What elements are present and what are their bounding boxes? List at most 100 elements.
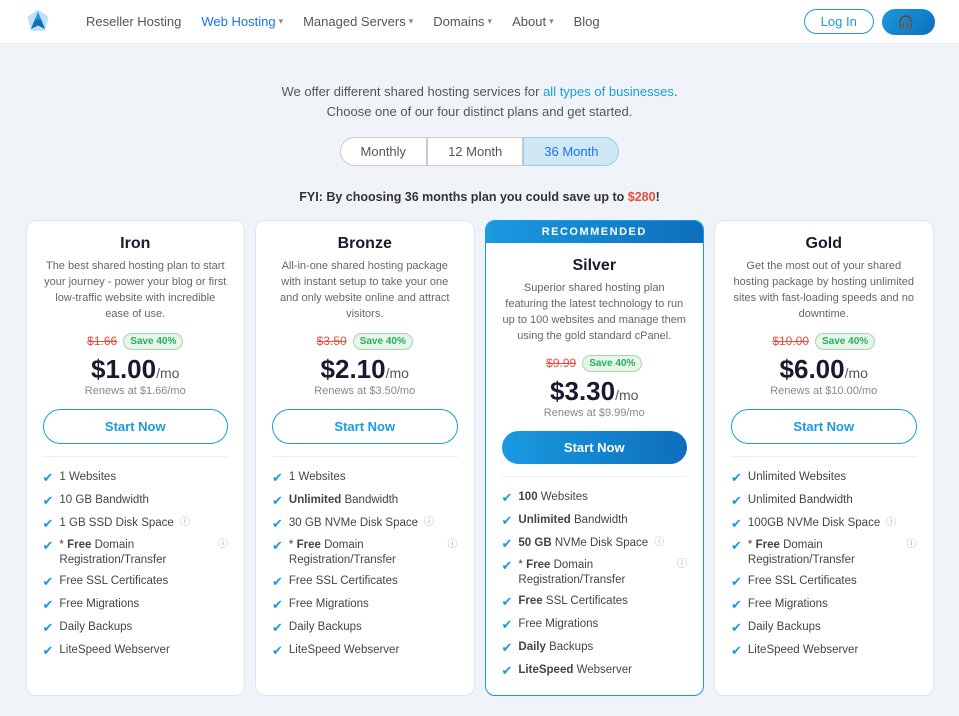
check-icon: ✔	[43, 516, 54, 533]
nav-domains[interactable]: Domains ▾	[425, 10, 500, 33]
feature-item: ✔ Free SSL Certificates	[272, 571, 458, 594]
feature-item: ✔ 30 GB NVMe Disk Space ⓘ	[272, 513, 458, 536]
plan-renews-iron: Renews at $1.66/mo	[43, 385, 229, 397]
check-icon: ✔	[502, 513, 513, 530]
recommended-badge: RECOMMENDED	[486, 221, 704, 243]
feature-item: ✔ Free SSL Certificates	[502, 591, 688, 614]
feature-text: * Free Domain Registration/Transfer	[59, 538, 212, 568]
check-icon: ✔	[43, 597, 54, 614]
check-icon: ✔	[731, 516, 742, 533]
check-icon: ✔	[731, 493, 742, 510]
nav-links: Reseller Hosting Web Hosting ▾ Managed S…	[78, 10, 786, 33]
site-logo[interactable]	[24, 8, 52, 36]
plan-features-gold: ✔ Unlimited Websites ✔ Unlimited Bandwid…	[731, 456, 917, 663]
feature-text: * Free Domain Registration/Transfer	[748, 538, 901, 568]
start-button-silver[interactable]: Start Now	[502, 431, 688, 464]
check-icon: ✔	[731, 574, 742, 591]
feature-text: * Free Domain Registration/Transfer	[518, 558, 671, 588]
feature-item: ✔ Daily Backups	[731, 617, 917, 640]
check-icon: ✔	[502, 640, 513, 657]
check-icon: ✔	[43, 620, 54, 637]
feature-text: Unlimited Websites	[748, 470, 846, 485]
nav-about[interactable]: About ▾	[504, 10, 562, 33]
check-icon: ✔	[43, 643, 54, 660]
feature-text: 1 Websites	[59, 470, 116, 485]
info-icon[interactable]: ⓘ	[907, 538, 917, 551]
feature-text: Daily Backups	[518, 640, 593, 655]
start-button-iron[interactable]: Start Now	[43, 409, 229, 444]
support-button[interactable]: 🎧	[882, 9, 935, 35]
feature-text: 10 GB Bandwidth	[59, 493, 149, 508]
plan-old-price-gold: $10.00	[772, 334, 809, 348]
plan-save-badge-gold: Save 40%	[815, 333, 875, 350]
plan-card-bronze: BronzeAll-in-one shared hosting package …	[255, 220, 475, 696]
info-icon[interactable]: ⓘ	[654, 536, 664, 549]
feature-item: ✔ Free SSL Certificates	[731, 571, 917, 594]
feature-text: Free Migrations	[59, 597, 139, 612]
info-icon[interactable]: ⓘ	[677, 558, 687, 571]
billing-toggle: Monthly 12 Month 36 Month	[20, 137, 939, 166]
billing-monthly[interactable]: Monthly	[340, 137, 428, 166]
feature-item: ✔ Daily Backups	[43, 617, 229, 640]
feature-item: ✔ 1 Websites	[272, 467, 458, 490]
billing-12month[interactable]: 12 Month	[427, 137, 523, 166]
feature-item: ✔ * Free Domain Registration/Transfer ⓘ	[502, 555, 688, 591]
feature-item: ✔ Unlimited Bandwidth	[502, 510, 688, 533]
check-icon: ✔	[272, 643, 283, 660]
plan-name-gold: Gold	[731, 235, 917, 253]
check-icon: ✔	[731, 643, 742, 660]
check-icon: ✔	[272, 620, 283, 637]
save-notice: FYI: By choosing 36 months plan you coul…	[0, 190, 959, 204]
info-icon[interactable]: ⓘ	[424, 516, 434, 529]
feature-item: ✔ 50 GB NVMe Disk Space ⓘ	[502, 533, 688, 556]
plan-pricing-row-bronze: $3.50 Save 40%	[272, 333, 458, 350]
check-icon: ✔	[731, 597, 742, 614]
info-icon[interactable]: ⓘ	[180, 516, 190, 529]
login-button[interactable]: Log In	[804, 9, 874, 34]
info-icon[interactable]: ⓘ	[886, 516, 896, 529]
plan-desc-iron: The best shared hosting plan to start yo…	[43, 259, 229, 323]
nav-managed-servers[interactable]: Managed Servers ▾	[295, 10, 421, 33]
start-button-gold[interactable]: Start Now	[731, 409, 917, 444]
feature-item: ✔ * Free Domain Registration/Transfer ⓘ	[43, 535, 229, 571]
feature-text: Unlimited Bandwidth	[289, 493, 398, 508]
info-icon[interactable]: ⓘ	[218, 538, 228, 551]
feature-text: 1 Websites	[289, 470, 346, 485]
hero-description: We offer different shared hosting servic…	[260, 82, 700, 121]
feature-text: Unlimited Bandwidth	[748, 493, 853, 508]
feature-item: ✔ * Free Domain Registration/Transfer ⓘ	[731, 535, 917, 571]
check-icon: ✔	[272, 470, 283, 487]
plan-price-silver: $3.30/mo	[502, 376, 688, 407]
feature-item: ✔ LiteSpeed Webserver	[43, 640, 229, 663]
check-icon: ✔	[43, 470, 54, 487]
check-icon: ✔	[43, 493, 54, 510]
feature-text: LiteSpeed Webserver	[289, 643, 399, 658]
plan-card-silver: RECOMMENDEDSilverSuperior shared hosting…	[485, 220, 705, 696]
feature-text: 100GB NVMe Disk Space	[748, 516, 880, 531]
feature-item: ✔ LiteSpeed Webserver	[731, 640, 917, 663]
feature-item: ✔ 100GB NVMe Disk Space ⓘ	[731, 513, 917, 536]
nav-reseller-hosting[interactable]: Reseller Hosting	[78, 10, 189, 33]
check-icon: ✔	[272, 597, 283, 614]
nav-web-hosting[interactable]: Web Hosting ▾	[193, 10, 291, 33]
feature-text: Daily Backups	[289, 620, 362, 635]
feature-text: Free Migrations	[289, 597, 369, 612]
check-icon: ✔	[272, 493, 283, 510]
plan-renews-gold: Renews at $10.00/mo	[731, 385, 917, 397]
feature-text: Unlimited Bandwidth	[518, 513, 627, 528]
feature-text: 30 GB NVMe Disk Space	[289, 516, 418, 531]
check-icon: ✔	[43, 538, 54, 555]
feature-item: ✔ Free Migrations	[731, 594, 917, 617]
plan-save-badge-iron: Save 40%	[123, 333, 183, 350]
support-icon: 🎧	[898, 14, 914, 30]
billing-36month[interactable]: 36 Month	[523, 137, 619, 166]
highlight-text: all types of businesses	[543, 84, 674, 99]
nav-blog[interactable]: Blog	[566, 10, 608, 33]
plan-pricing-row-gold: $10.00 Save 40%	[731, 333, 917, 350]
feature-text: 50 GB NVMe Disk Space	[518, 536, 648, 551]
feature-item: ✔ 1 GB SSD Disk Space ⓘ	[43, 513, 229, 536]
plan-name-bronze: Bronze	[272, 235, 458, 253]
start-button-bronze[interactable]: Start Now	[272, 409, 458, 444]
info-icon[interactable]: ⓘ	[448, 538, 458, 551]
feature-text: LiteSpeed Webserver	[59, 643, 169, 658]
